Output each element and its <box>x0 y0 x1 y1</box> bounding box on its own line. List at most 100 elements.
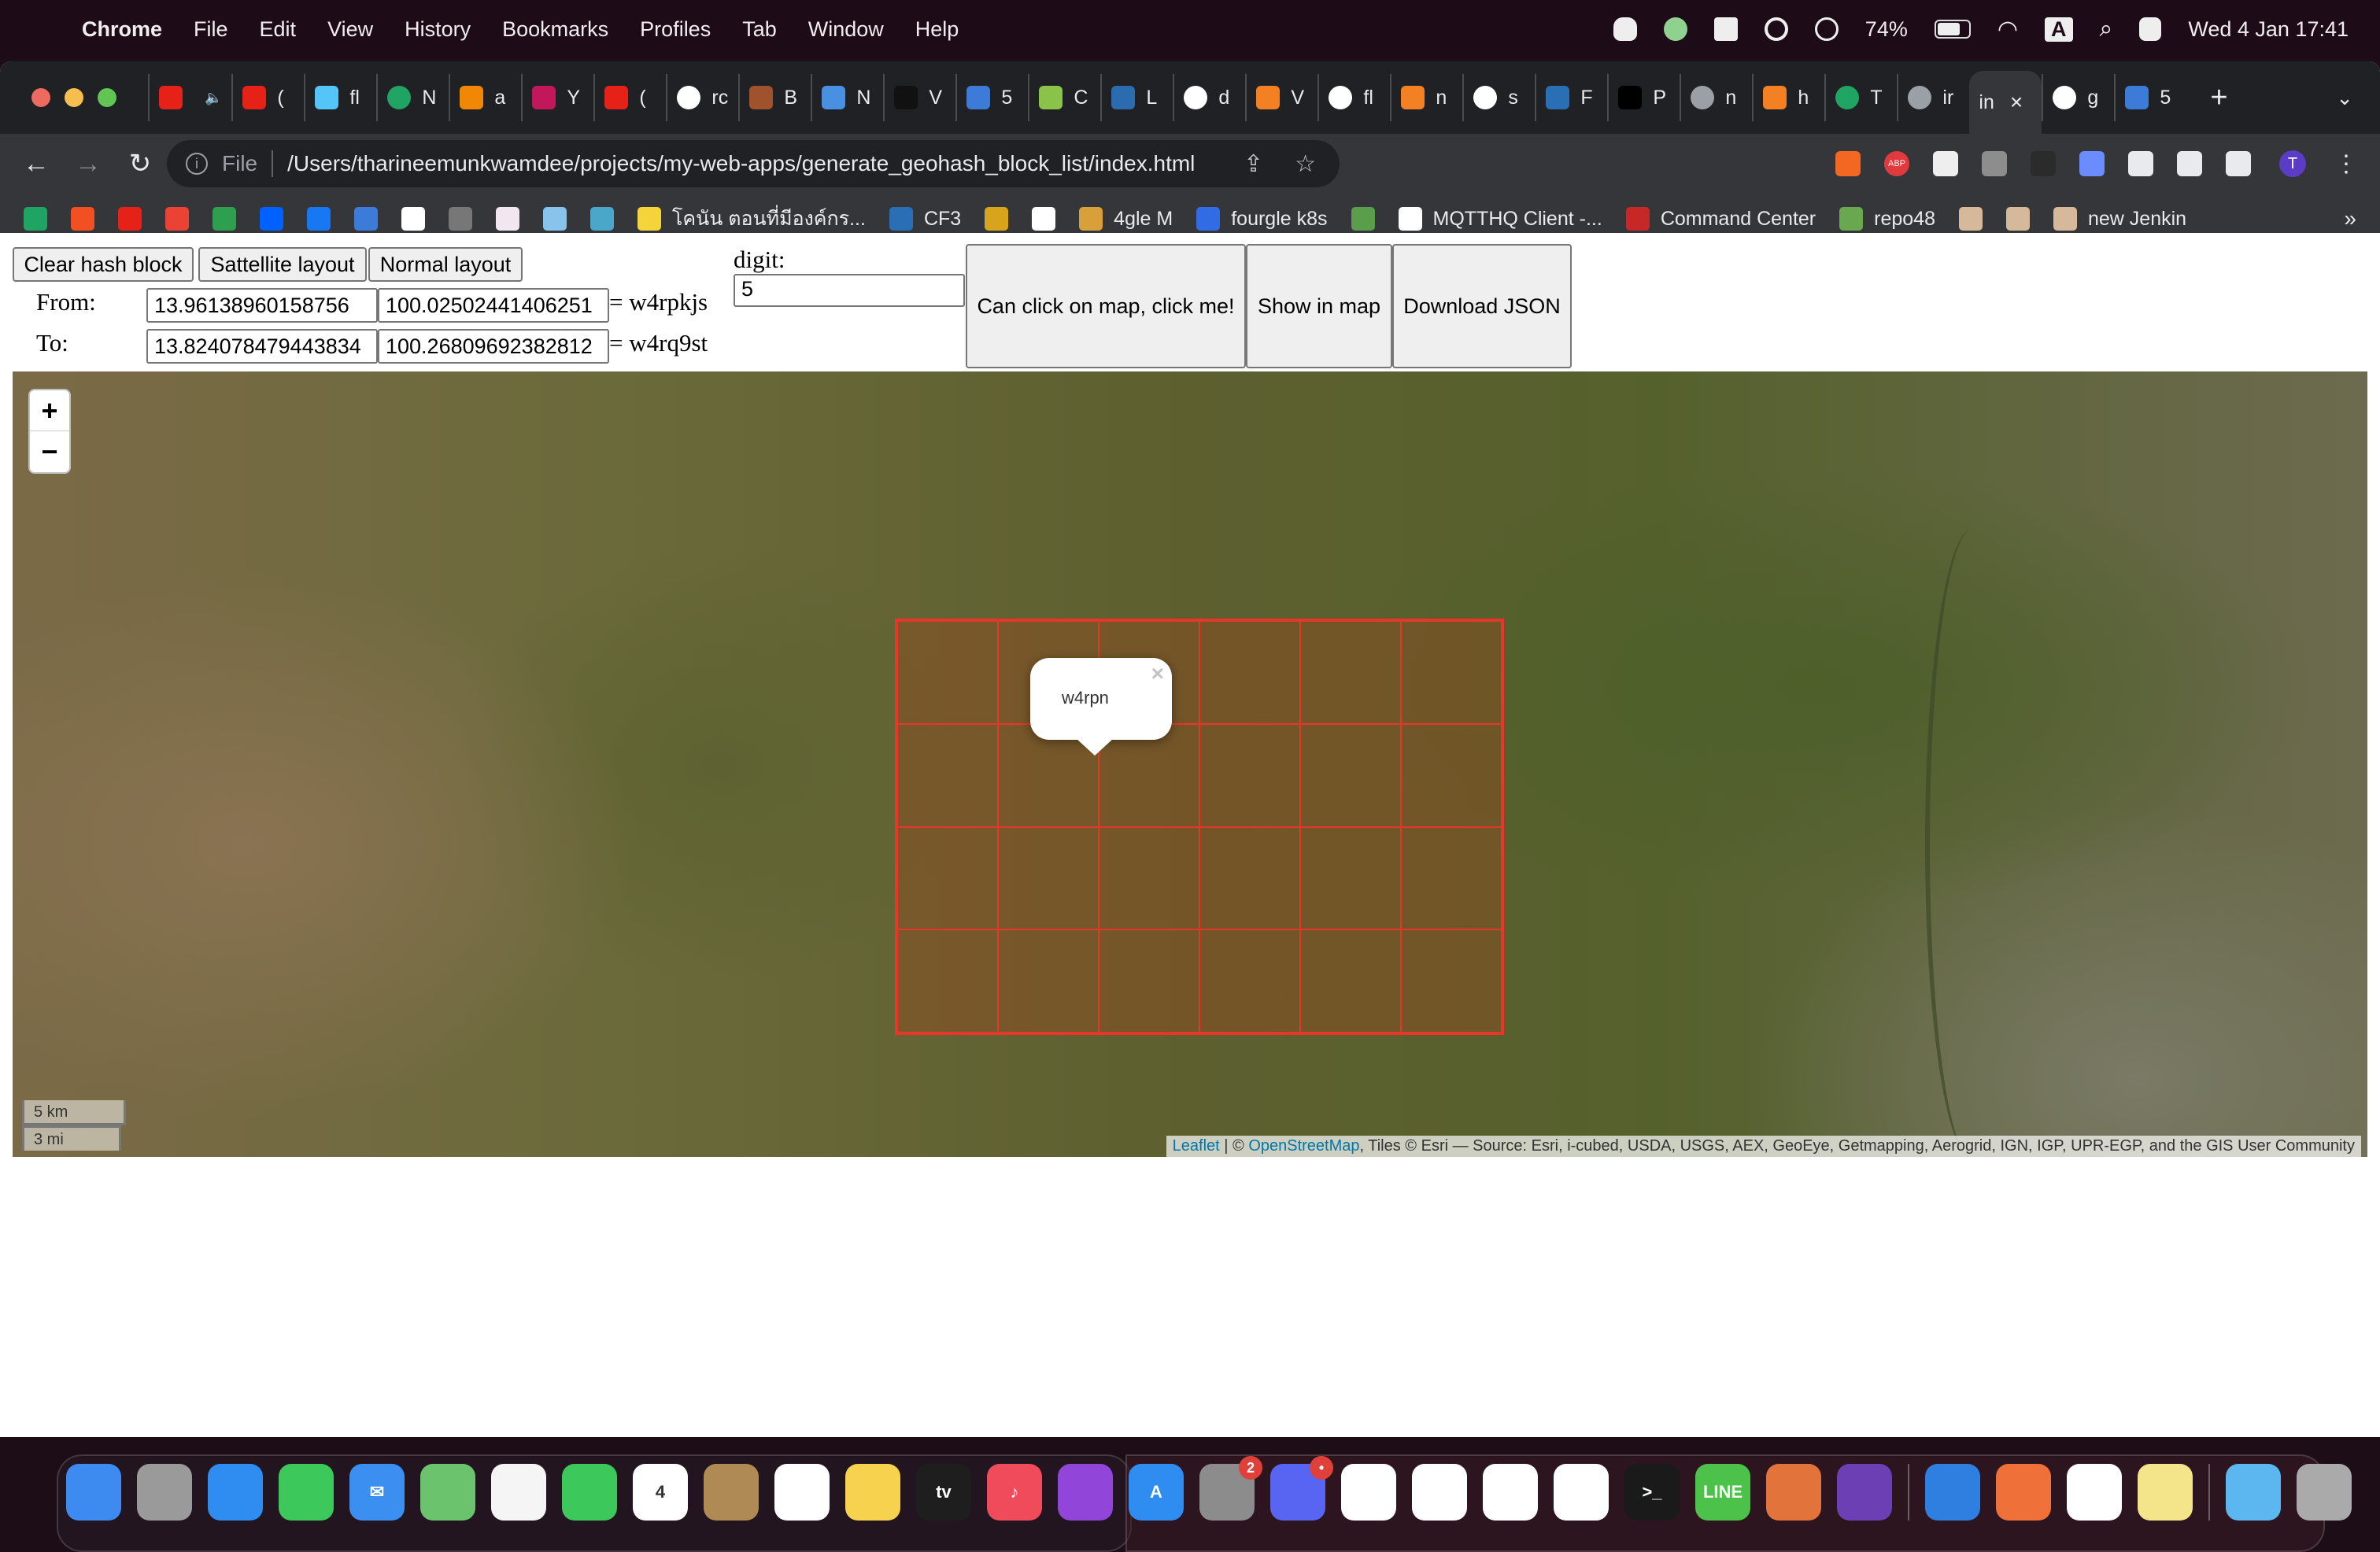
spotlight-icon[interactable]: ⌕ <box>2100 16 2113 42</box>
share-icon[interactable]: ⇪ <box>1244 150 1263 178</box>
satellite-layout-button[interactable]: Sattellite layout <box>198 247 367 282</box>
forward-button[interactable]: → <box>72 149 104 179</box>
tab[interactable]: a <box>449 74 521 121</box>
geohash-cell[interactable] <box>897 723 998 827</box>
from-lng-input[interactable] <box>378 288 609 323</box>
bookmark-star-icon[interactable]: ☆ <box>1295 150 1316 178</box>
line-status-icon[interactable] <box>1663 17 1687 41</box>
terminal-icon[interactable]: >_ <box>1624 1464 1680 1521</box>
tab-active[interactable]: in × <box>1969 71 2042 134</box>
tab[interactable]: F <box>1535 74 1607 121</box>
bookmark-item[interactable] <box>307 207 331 231</box>
close-window-button[interactable] <box>31 88 50 107</box>
facetime-icon[interactable] <box>562 1464 617 1521</box>
site-info-icon[interactable]: i <box>186 153 208 175</box>
line-ext-icon[interactable] <box>1982 151 2007 176</box>
menu-history[interactable]: History <box>405 17 471 42</box>
system-settings-icon[interactable]: 2 <box>1199 1456 1262 1521</box>
safari-icon[interactable] <box>208 1464 263 1521</box>
show-in-map-button[interactable]: Show in map <box>1246 244 1392 368</box>
lighthouse-ext-icon[interactable] <box>1835 151 1861 176</box>
bookmark-item[interactable] <box>354 207 378 231</box>
input-source-icon[interactable]: A <box>2045 17 2073 42</box>
bookmark-item[interactable] <box>496 207 519 231</box>
to-lng-input[interactable] <box>378 329 609 364</box>
chrome-icon[interactable] <box>1341 1464 1396 1521</box>
mail-icon[interactable]: ✉ <box>349 1464 405 1521</box>
tab[interactable]: N <box>376 74 449 121</box>
bookmark-item[interactable]: fourgle k8s <box>1196 207 1328 231</box>
to-lat-input[interactable] <box>146 329 378 364</box>
xcode-icon[interactable] <box>1925 1464 1980 1521</box>
tab[interactable]: h <box>1752 74 1824 121</box>
download-json-button[interactable]: Download JSON <box>1392 244 1572 368</box>
tab[interactable]: ( <box>231 74 304 121</box>
tab[interactable]: 5 <box>2114 74 2186 121</box>
address-bar[interactable]: i File /Users/tharineemunkwamdee/project… <box>167 140 1340 187</box>
line-icon[interactable]: LINE <box>1695 1464 1750 1521</box>
tab[interactable]: g <box>2042 74 2114 121</box>
tab[interactable]: ir <box>1897 74 1969 121</box>
maps-icon[interactable] <box>420 1464 475 1521</box>
back-button[interactable]: ← <box>20 149 52 179</box>
control-center-icon[interactable] <box>2139 17 2162 41</box>
stickies-icon[interactable] <box>2138 1464 2193 1521</box>
tab[interactable]: fl <box>1318 74 1390 121</box>
discord-icon[interactable]: • <box>1270 1456 1333 1521</box>
finder-icon[interactable] <box>66 1464 121 1521</box>
geohash-cell[interactable] <box>998 929 1099 1033</box>
geohash-cell[interactable] <box>1099 929 1199 1033</box>
bookmark-item[interactable] <box>1958 207 1983 231</box>
new-tab-button[interactable]: + <box>2210 81 2227 115</box>
zoom-out-button[interactable]: − <box>30 431 69 472</box>
digit-input[interactable] <box>734 274 965 307</box>
tab[interactable]: n <box>1680 74 1752 121</box>
music-icon[interactable]: ♪ <box>987 1464 1042 1521</box>
clock[interactable]: Wed 4 Jan 17:41 <box>2188 17 2349 42</box>
launchpad-icon[interactable] <box>137 1464 192 1521</box>
bookmark-item[interactable] <box>118 207 142 231</box>
geohash-cell[interactable] <box>897 826 998 930</box>
image-viewer-icon[interactable] <box>1766 1464 1821 1521</box>
eyedropper-icon[interactable] <box>2079 151 2105 176</box>
downloads-folder-icon[interactable] <box>2226 1464 2281 1521</box>
bookmark-item[interactable] <box>543 207 567 231</box>
cloud-status-icon[interactable] <box>1613 17 1637 41</box>
popup-close-button[interactable]: × <box>1151 661 1164 686</box>
bookmark-item[interactable] <box>449 207 472 231</box>
openvpn-icon[interactable] <box>1483 1464 1538 1521</box>
tab[interactable]: Y <box>521 74 593 121</box>
bookmark-item[interactable] <box>71 207 94 231</box>
tab[interactable]: 🔈 <box>148 74 231 121</box>
menu-tab[interactable]: Tab <box>742 17 777 42</box>
apple-tv-icon[interactable]: tv <box>916 1464 971 1521</box>
menu-window[interactable]: Window <box>808 17 884 42</box>
bookmark-item[interactable] <box>590 207 614 231</box>
geohash-cell[interactable] <box>1300 826 1401 930</box>
podcasts-icon[interactable] <box>1058 1464 1113 1521</box>
battery-icon[interactable] <box>1934 20 1971 39</box>
geohash-cell[interactable] <box>1199 723 1300 827</box>
photos-icon[interactable] <box>491 1464 546 1521</box>
geohash-cell[interactable] <box>1401 929 1502 1033</box>
tab[interactable]: L <box>1100 74 1173 121</box>
media-control-icon[interactable] <box>2177 151 2202 176</box>
tab[interactable]: V <box>883 74 955 121</box>
bookmark-item[interactable] <box>1032 207 1056 231</box>
contacts-icon[interactable] <box>704 1464 759 1521</box>
audio-playing-icon[interactable]: 🔈 <box>205 90 222 106</box>
tab-search-button[interactable]: ⌄ <box>2336 86 2353 110</box>
clear-hash-block-button[interactable]: Clear hash block <box>13 247 194 282</box>
bookmark-item[interactable] <box>401 207 425 231</box>
cloud-app-icon[interactable] <box>2067 1464 2122 1521</box>
menu-app-name[interactable]: Chrome <box>82 17 162 42</box>
notes-icon[interactable] <box>845 1464 900 1521</box>
bookmark-item[interactable]: CF3 <box>889 207 961 231</box>
bookmark-item[interactable] <box>24 207 47 231</box>
json-viewer-icon[interactable] <box>1933 151 1958 176</box>
geohash-cell[interactable] <box>1401 621 1502 724</box>
arc-app-icon[interactable] <box>1837 1464 1892 1521</box>
bookmark-item[interactable]: โคนัน ตอนที่มีองค์กร... <box>638 203 866 235</box>
osm-link[interactable]: OpenStreetMap <box>1248 1137 1359 1155</box>
menu-file[interactable]: File <box>194 17 228 42</box>
